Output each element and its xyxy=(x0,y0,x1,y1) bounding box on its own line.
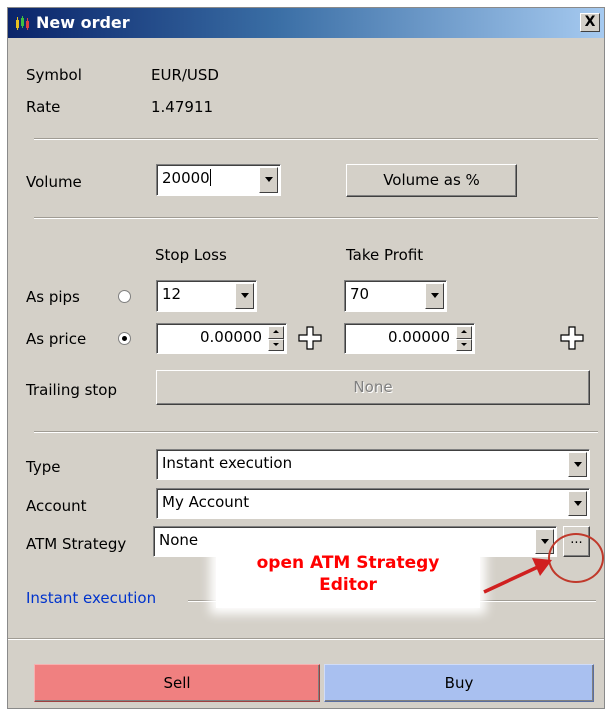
separator xyxy=(34,138,598,140)
title-bar: New order X xyxy=(8,8,604,38)
chevron-down-icon[interactable] xyxy=(259,167,278,193)
account-label: Account xyxy=(26,497,87,515)
crosshair-pick-icon[interactable] xyxy=(298,326,322,350)
chevron-down-icon[interactable] xyxy=(425,283,444,309)
spinner-arrows-icon[interactable] xyxy=(456,326,472,351)
crosshair-pick-icon[interactable] xyxy=(560,326,584,350)
chevron-down-icon[interactable] xyxy=(568,491,587,516)
spinner-arrows-icon[interactable] xyxy=(268,326,284,351)
close-button[interactable]: X xyxy=(580,13,600,32)
type-label: Type xyxy=(26,458,61,476)
separator xyxy=(34,431,598,433)
text-cursor xyxy=(209,169,211,186)
as-pips-label: As pips xyxy=(26,288,80,306)
volume-value: 20000 xyxy=(162,169,210,187)
stop-loss-pips-combobox[interactable]: 12 xyxy=(156,280,257,312)
volume-combobox[interactable]: 20000 xyxy=(156,164,281,196)
separator xyxy=(8,638,604,640)
annotation-line-2: Editor xyxy=(319,575,377,595)
rate-label: Rate xyxy=(26,98,61,116)
chevron-down-icon[interactable] xyxy=(235,283,254,309)
atm-strategy-value: None xyxy=(159,531,199,549)
candlestick-chart-icon xyxy=(16,16,29,30)
trailing-stop-button[interactable]: None xyxy=(156,370,590,405)
pointer-arrow-icon xyxy=(483,558,552,594)
chevron-down-icon[interactable] xyxy=(568,452,587,477)
stop-loss-pips-value: 12 xyxy=(162,285,182,303)
atm-strategy-label: ATM Strategy xyxy=(26,535,127,553)
new-order-dialog: New order X Symbol EUR/USD Rate 1.47911 … xyxy=(7,7,605,709)
stop-loss-header: Stop Loss xyxy=(155,246,227,264)
separator xyxy=(34,217,598,219)
symbol-value: EUR/USD xyxy=(151,66,219,84)
stop-loss-price-value: 0.00000 xyxy=(199,328,262,346)
as-price-label: As price xyxy=(26,330,87,348)
type-value: Instant execution xyxy=(162,454,293,472)
type-combobox[interactable]: Instant execution xyxy=(156,449,590,480)
take-profit-price-spinner[interactable]: 0.00000 xyxy=(344,323,475,354)
rate-value: 1.47911 xyxy=(151,98,214,116)
sell-button[interactable]: Sell xyxy=(34,664,320,702)
take-profit-price-value: 0.00000 xyxy=(387,328,450,346)
volume-label: Volume xyxy=(26,173,82,191)
window-title: New order xyxy=(36,13,130,32)
symbol-label: Symbol xyxy=(26,66,82,84)
annotation-callout: open ATM Strategy Editor xyxy=(216,552,480,608)
as-pips-radio[interactable] xyxy=(118,290,131,303)
status-text: Instant execution xyxy=(26,589,157,607)
trailing-stop-label: Trailing stop xyxy=(26,381,118,399)
as-price-radio[interactable] xyxy=(118,332,131,345)
volume-as-percent-button[interactable]: Volume as % xyxy=(346,164,517,197)
take-profit-pips-value: 70 xyxy=(350,285,370,303)
annotation-line-1: open ATM Strategy xyxy=(256,553,440,573)
account-value: My Account xyxy=(162,493,250,511)
account-combobox[interactable]: My Account xyxy=(156,488,590,519)
buy-button[interactable]: Buy xyxy=(324,664,594,702)
stop-loss-price-spinner[interactable]: 0.00000 xyxy=(156,323,287,354)
take-profit-header: Take Profit xyxy=(346,246,424,264)
take-profit-pips-combobox[interactable]: 70 xyxy=(344,280,447,312)
